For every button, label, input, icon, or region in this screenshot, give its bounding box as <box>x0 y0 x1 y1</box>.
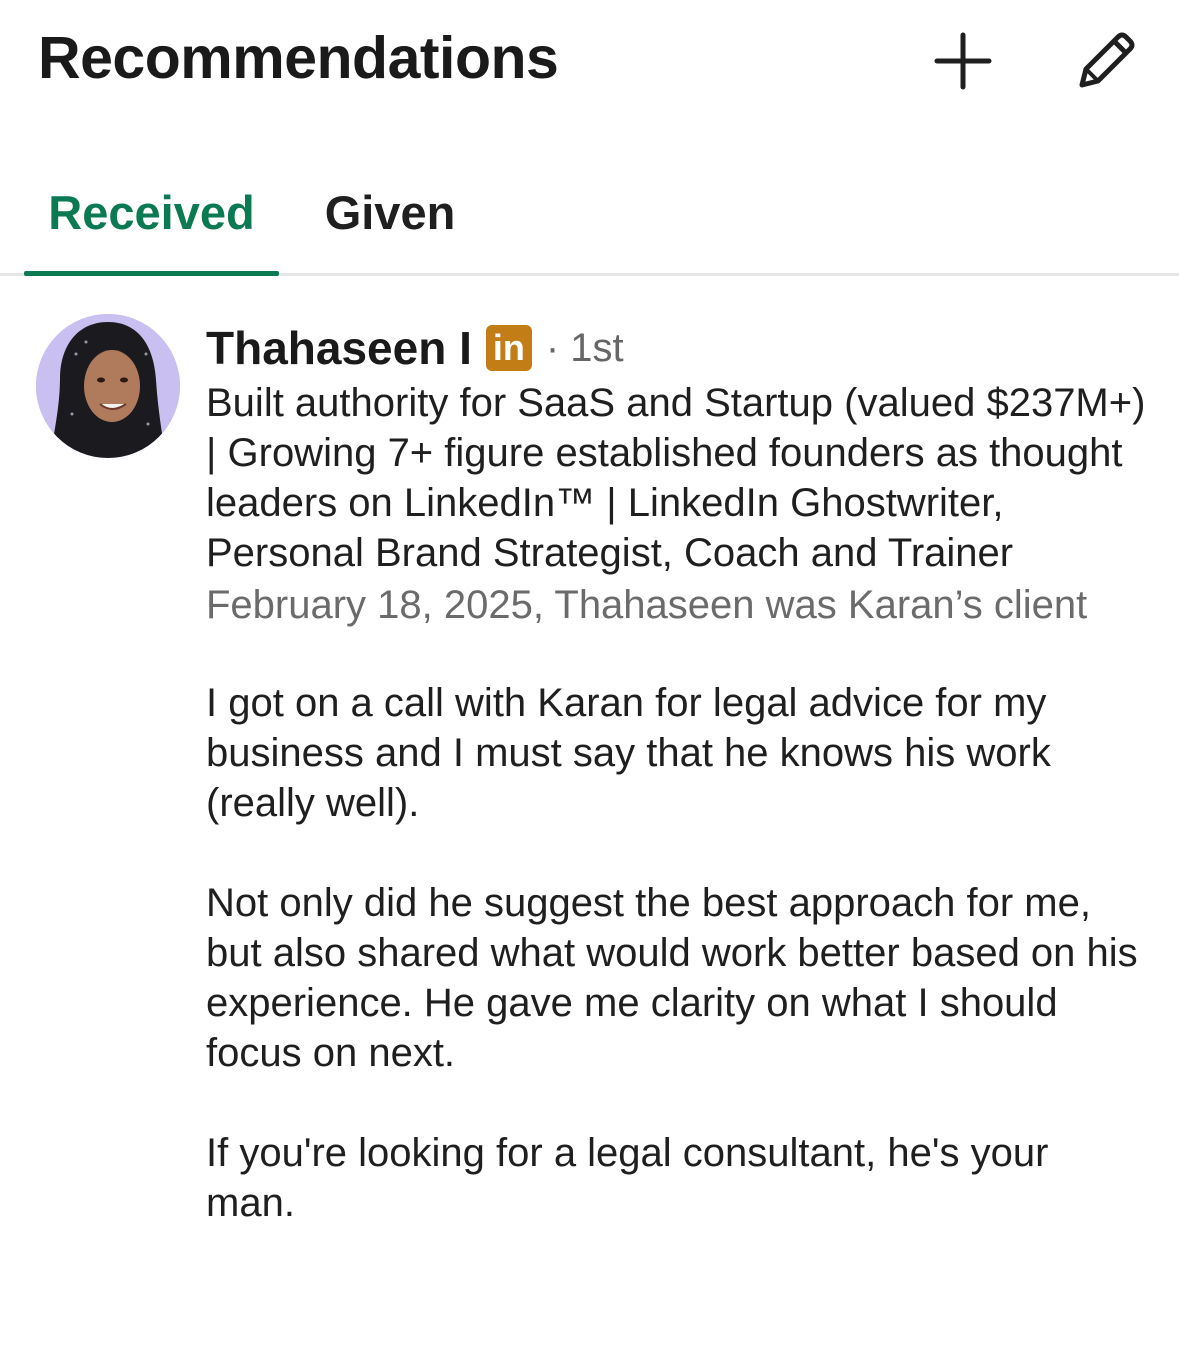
connection-degree: · 1st <box>545 325 624 370</box>
avatar[interactable] <box>36 314 180 458</box>
recommendation-text: I got on a call with Karan for legal adv… <box>206 678 1146 1228</box>
tab-given[interactable]: Given <box>310 150 470 274</box>
add-recommendation-button[interactable] <box>927 25 999 97</box>
recommender-name[interactable]: Thahaseen I <box>206 321 472 375</box>
recommender-headline: Built authority for SaaS and Startup (va… <box>206 381 1146 575</box>
recommendation-tabs: Received Given <box>0 150 1179 276</box>
recommendation-paragraph: If you're looking for a legal consultant… <box>206 1131 1049 1225</box>
active-tab-indicator <box>24 271 279 276</box>
linkedin-badge-icon: in <box>485 325 532 371</box>
pencil-icon <box>1079 32 1135 88</box>
recommendation-paragraph: I got on a call with Karan for legal adv… <box>206 681 1051 825</box>
tab-received-label: Received <box>48 185 255 239</box>
recommendation-meta: February 18, 2025, Thahaseen was Karan’s… <box>206 583 1088 627</box>
plus-icon <box>934 32 992 90</box>
page-title: Recommendations <box>38 25 559 91</box>
edit-recommendations-button[interactable] <box>1070 25 1142 97</box>
recommendation-content: Thahaseen I in · 1st Built authority for… <box>206 318 1146 1278</box>
person-avatar-icon <box>36 314 180 458</box>
tab-received[interactable]: Received <box>24 150 279 276</box>
header: Recommendations <box>0 0 1179 130</box>
name-row: Thahaseen I in · 1st <box>206 318 1146 378</box>
recommendation-paragraph: Not only did he suggest the best approac… <box>206 881 1138 1075</box>
tab-given-label: Given <box>324 185 456 239</box>
